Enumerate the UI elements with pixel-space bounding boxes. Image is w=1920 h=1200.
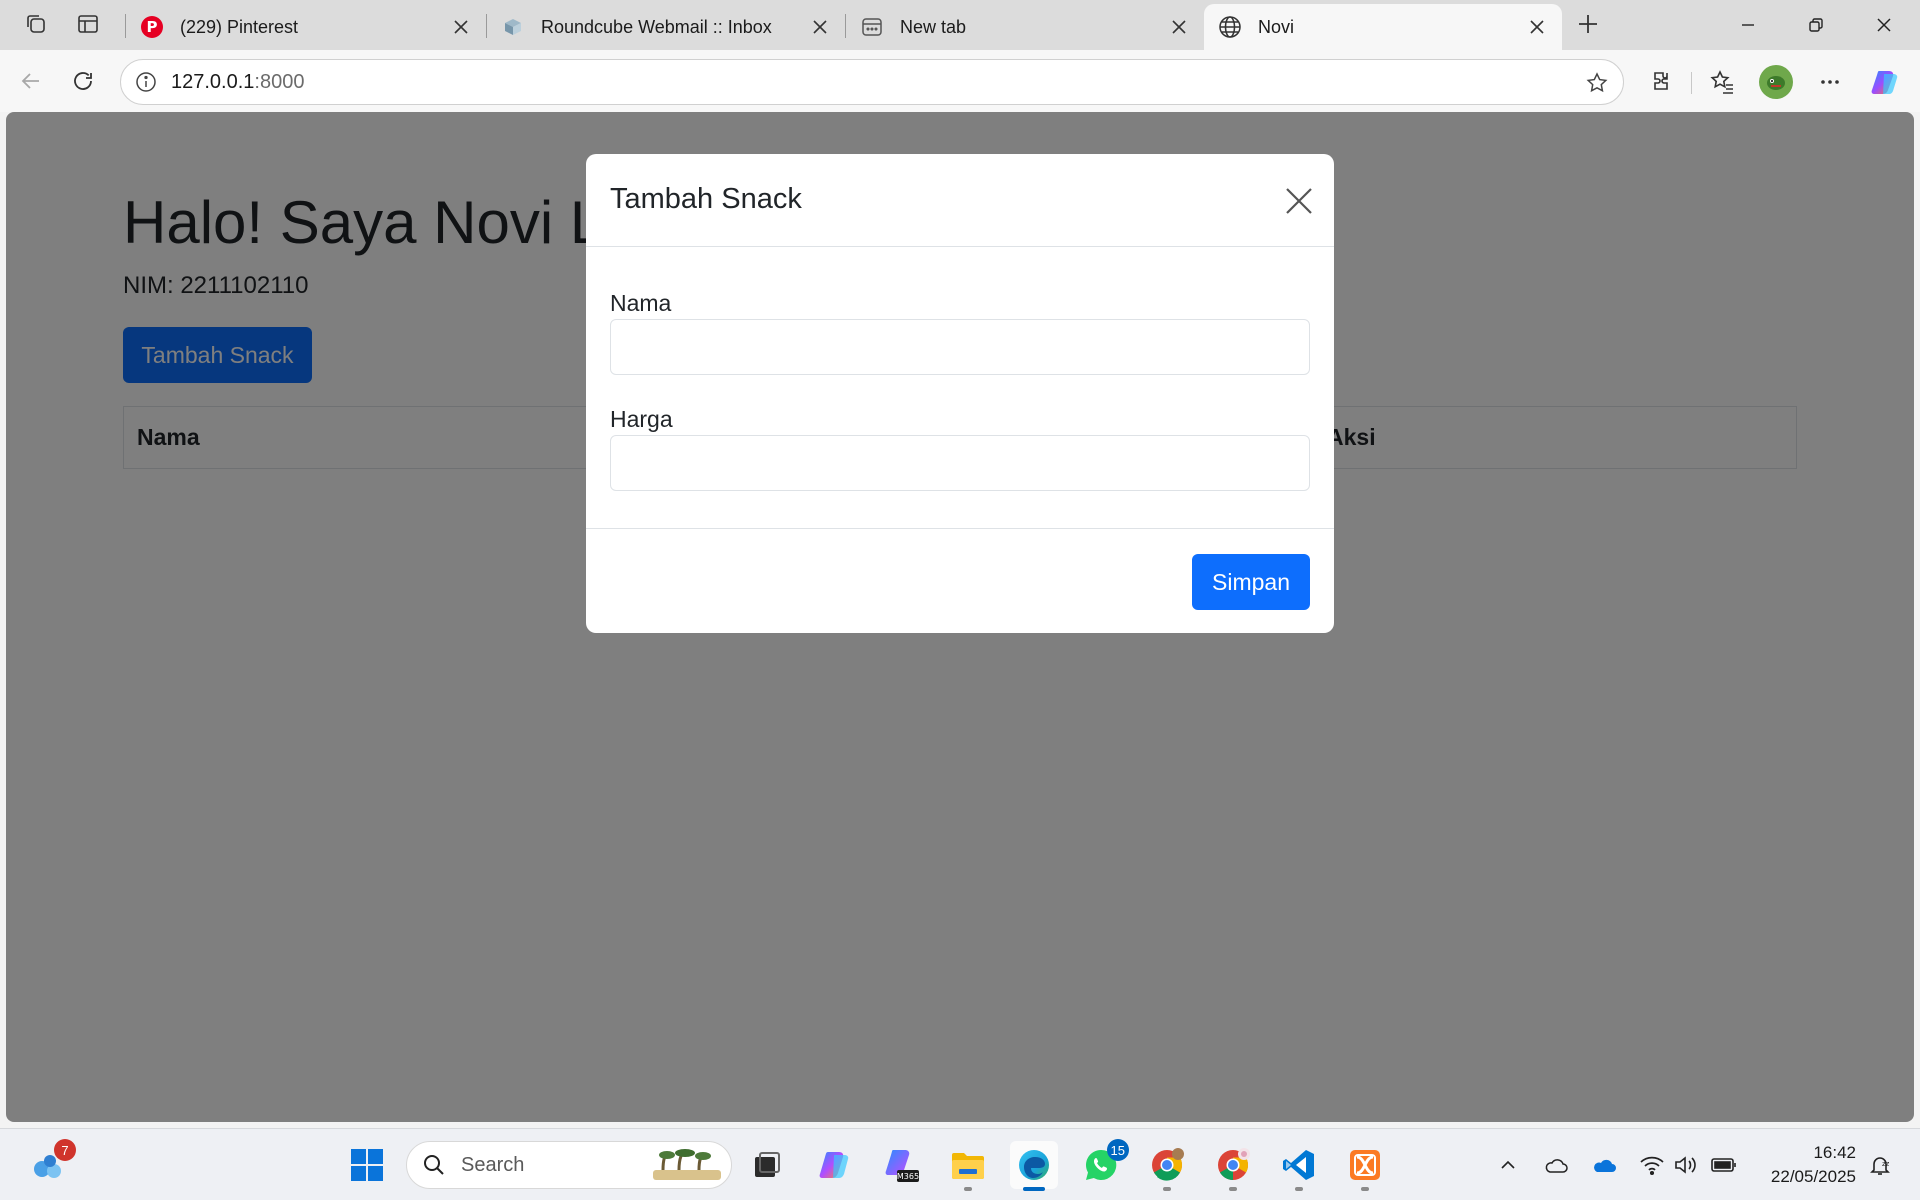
modal-header: Tambah Snack	[586, 154, 1334, 247]
m365-icon[interactable]: M365	[878, 1141, 926, 1189]
notifications-icon[interactable]: zz	[1866, 1151, 1894, 1179]
wifi-icon[interactable]	[1638, 1151, 1666, 1179]
chrome-profile-icon[interactable]	[1209, 1141, 1257, 1191]
whatsapp-icon[interactable]: 15	[1077, 1139, 1129, 1189]
battery-icon[interactable]	[1710, 1151, 1738, 1179]
taskbar-search[interactable]: Search	[406, 1141, 732, 1189]
more-options-icon[interactable]	[1810, 62, 1850, 102]
tab-new-tab[interactable]: New tab	[846, 4, 1204, 50]
edge-icon[interactable]	[1010, 1141, 1058, 1191]
onedrive-icon[interactable]	[1590, 1151, 1618, 1179]
xampp-icon[interactable]	[1341, 1141, 1389, 1191]
task-view-icon[interactable]	[743, 1141, 791, 1189]
widgets-badge: 7	[54, 1139, 76, 1161]
copilot-icon[interactable]	[1866, 62, 1906, 102]
harga-input[interactable]	[610, 435, 1310, 491]
extensions-icon[interactable]	[1642, 62, 1682, 102]
back-icon[interactable]	[10, 60, 52, 102]
chevron-up-icon[interactable]	[1494, 1151, 1522, 1179]
address-bar[interactable]: 127.0.0.1:8000	[120, 59, 1624, 105]
web-viewport: Halo! Saya Novi L NIM: 2211102110 Tambah…	[6, 112, 1914, 1122]
start-icon[interactable]	[343, 1141, 391, 1189]
tab-bar: P (229) Pinterest Roundcube Webmail :: I…	[0, 0, 1920, 50]
svg-text:M365: M365	[897, 1172, 919, 1181]
tab-title: Roundcube Webmail :: Inbox	[541, 16, 772, 37]
nama-label: Nama	[610, 290, 672, 316]
tab-roundcube[interactable]: Roundcube Webmail :: Inbox	[487, 4, 845, 50]
clock[interactable]: 16:42 22/05/2025	[1771, 1141, 1856, 1189]
save-button[interactable]: Simpan	[1192, 554, 1310, 610]
whatsapp-badge: 15	[1106, 1139, 1129, 1161]
vscode-icon[interactable]	[1275, 1141, 1323, 1191]
profile-avatar[interactable]	[1756, 62, 1796, 102]
nama-input[interactable]	[610, 319, 1310, 375]
minimize-icon[interactable]	[1714, 0, 1782, 50]
widgets-icon[interactable]: 7	[24, 1139, 76, 1189]
close-tab-icon[interactable]	[809, 16, 831, 38]
taskbar: 7 Search M365 15 16:42 22/05/2025 zz	[0, 1128, 1920, 1200]
file-explorer-icon[interactable]	[944, 1141, 992, 1191]
roundcube-icon	[501, 15, 525, 39]
clock-date: 22/05/2025	[1770, 1167, 1856, 1186]
svg-text:P: P	[147, 18, 158, 36]
tab-actions-icon[interactable]	[70, 8, 106, 40]
svg-text:zz: zz	[1882, 1160, 1890, 1168]
close-window-icon[interactable]	[1850, 0, 1918, 50]
volume-icon[interactable]	[1672, 1151, 1700, 1179]
modal-footer: Simpan	[586, 528, 1334, 633]
tab-title: (229) Pinterest	[180, 16, 299, 37]
new-tab-icon	[860, 15, 884, 39]
globe-icon	[1218, 15, 1242, 39]
search-highlight-icon	[653, 1148, 721, 1189]
harga-label: Harga	[610, 406, 673, 432]
favorite-star-icon[interactable]	[1583, 69, 1611, 97]
add-snack-modal: Tambah Snack Nama Harga Simpan	[586, 154, 1334, 633]
search-placeholder: Search	[461, 1153, 525, 1176]
tab-title: New tab	[900, 16, 967, 37]
pinterest-icon: P	[140, 15, 164, 39]
cloud-outline-icon[interactable]	[1542, 1151, 1570, 1179]
chrome-icon[interactable]	[1143, 1141, 1191, 1191]
url-text: 127.0.0.1:8000	[171, 70, 305, 93]
close-icon[interactable]	[1282, 184, 1316, 218]
tab-novi[interactable]: Novi	[1204, 4, 1562, 50]
copilot-app-icon[interactable]	[812, 1141, 860, 1189]
clock-time: 16:42	[1813, 1143, 1856, 1162]
close-tab-icon[interactable]	[1168, 16, 1190, 38]
close-tab-icon[interactable]	[1526, 16, 1548, 38]
modal-title: Tambah Snack	[610, 183, 802, 215]
new-tab-button[interactable]	[1570, 8, 1606, 40]
browser-toolbar: 127.0.0.1:8000	[0, 50, 1920, 112]
site-info-icon[interactable]	[133, 69, 159, 95]
workspaces-icon[interactable]	[18, 8, 54, 40]
tab-pinterest[interactable]: P (229) Pinterest	[126, 4, 486, 50]
tab-title: Novi	[1258, 16, 1295, 37]
search-icon	[421, 1152, 447, 1178]
restore-icon[interactable]	[1782, 0, 1850, 50]
reload-icon[interactable]	[62, 60, 104, 102]
favorites-icon[interactable]	[1702, 62, 1742, 102]
close-tab-icon[interactable]	[450, 16, 472, 38]
